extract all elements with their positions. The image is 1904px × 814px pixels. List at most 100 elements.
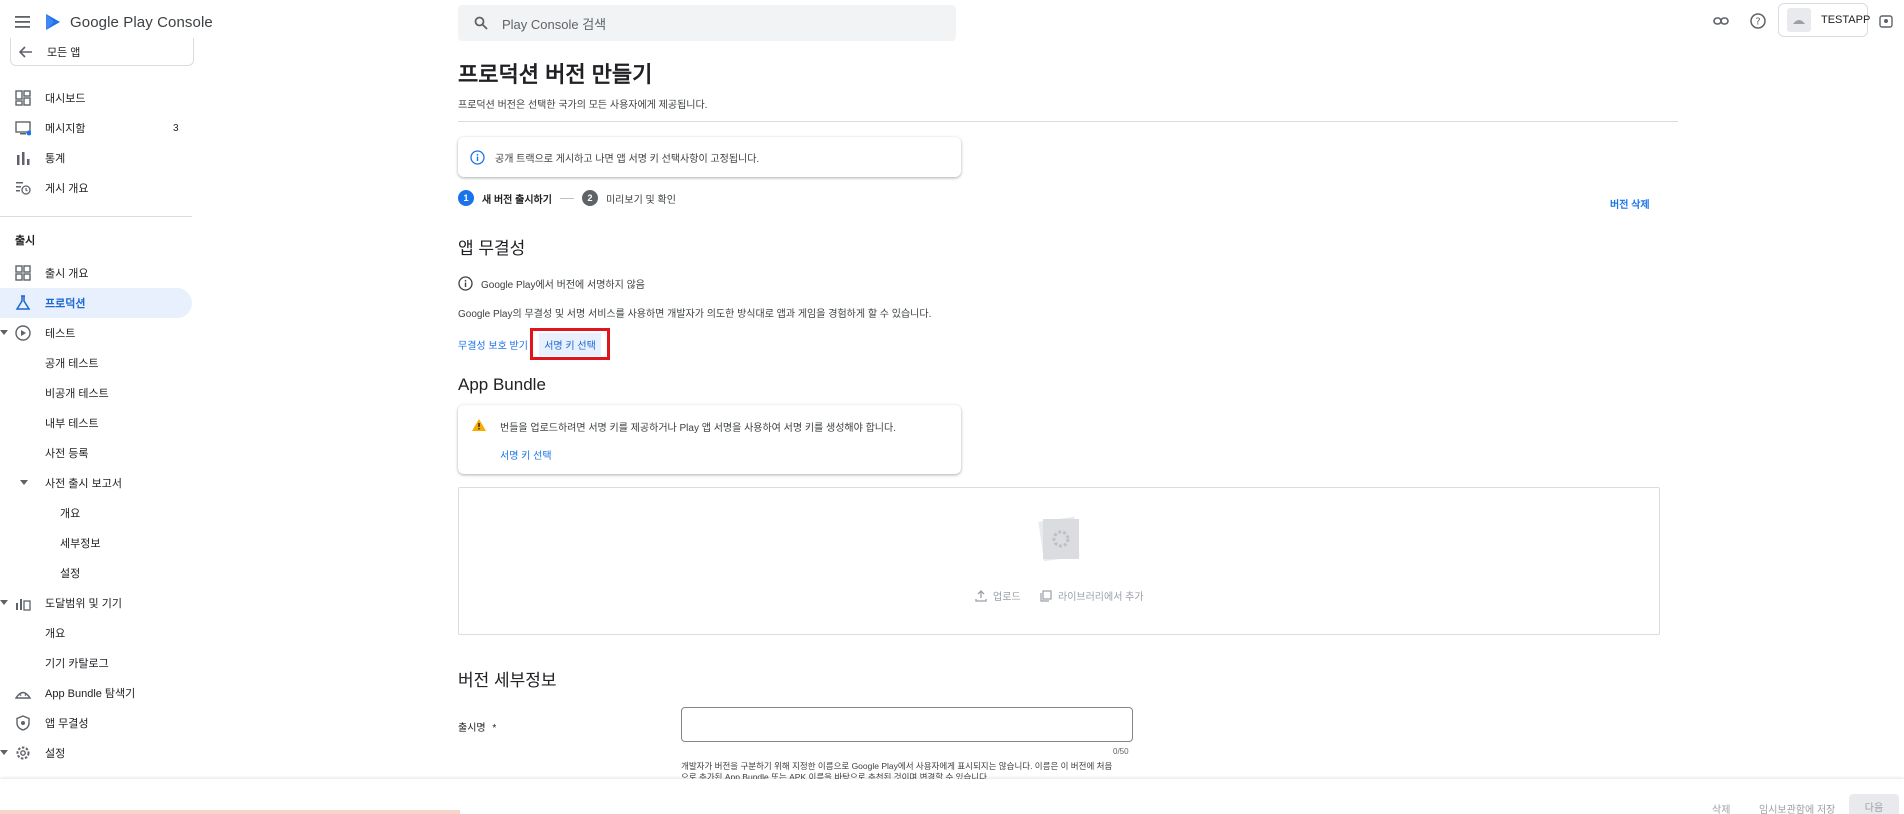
sidebar-item-dashboard[interactable]: 대시보드 bbox=[0, 83, 192, 113]
sidebar-divider bbox=[0, 216, 192, 217]
delete-button[interactable]: 삭제 bbox=[1712, 801, 1730, 814]
arrow-back-icon bbox=[19, 45, 33, 58]
devices-chart-icon bbox=[15, 595, 31, 611]
select-signing-key-label: 서명 키 선택 bbox=[539, 332, 601, 356]
get-integrity-protection-link[interactable]: 무결성 보호 받기 bbox=[458, 337, 528, 352]
sidebar-item-statistics[interactable]: 통계 bbox=[0, 143, 192, 173]
sidebar-item-label: 설정 bbox=[60, 568, 81, 580]
sidebar-item-pre-launch-settings[interactable]: 설정 bbox=[0, 558, 192, 588]
gear-icon bbox=[15, 745, 31, 761]
info-icon bbox=[458, 276, 473, 291]
sidebar-item-label: 내부 테스트 bbox=[45, 418, 99, 430]
add-from-library-button[interactable]: 라이브러리에서 추가 bbox=[1040, 588, 1144, 603]
sidebar-item-label: 사전 등록 bbox=[45, 448, 89, 460]
app-bundle-title: App Bundle bbox=[458, 375, 546, 394]
sidebar-item-label: App Bundle 탐색기 bbox=[45, 688, 136, 700]
upload-icon bbox=[975, 589, 987, 602]
account-icon[interactable] bbox=[1878, 13, 1894, 29]
android-icon bbox=[15, 685, 31, 701]
sidebar-item-label: 설정 bbox=[45, 748, 66, 760]
sidebar-item-inbox[interactable]: 메시지함 3 bbox=[0, 113, 192, 143]
sidebar-item-label: 도달범위 및 기기 bbox=[45, 598, 122, 610]
upload-button[interactable]: 업로드 bbox=[975, 588, 1021, 603]
link-icon[interactable] bbox=[1713, 14, 1729, 28]
sidebar-item-label: 출시 개요 bbox=[45, 268, 89, 280]
svg-text:?: ? bbox=[1755, 17, 1760, 28]
brand-name: Google Play Console bbox=[70, 13, 213, 31]
release-details-title: 버전 세부정보 bbox=[458, 671, 557, 690]
step-number: 1 bbox=[458, 190, 474, 206]
stepper: 1 새 버전 출시하기 2 미리보기 및 확인 bbox=[458, 190, 676, 206]
sidebar-item-app-integrity[interactable]: 앱 무결성 bbox=[0, 708, 192, 738]
page-title: 프로덕션 버전 만들기 bbox=[458, 62, 653, 87]
step-1[interactable]: 1 새 버전 출시하기 bbox=[458, 190, 552, 206]
play-circle-icon bbox=[15, 325, 31, 341]
release-name-label: 출시명 * bbox=[458, 723, 497, 734]
release-name-counter: 0/50 bbox=[1113, 747, 1129, 756]
inbox-badge: 3 bbox=[173, 122, 179, 134]
bundle-illustration-icon bbox=[1035, 513, 1085, 565]
sidebar-item-settings[interactable]: 설정 bbox=[0, 738, 192, 768]
caret-down-icon bbox=[0, 330, 8, 335]
bottom-action-bar: 삭제 임시보관함에 저장 다음 bbox=[0, 779, 1904, 814]
page-subtitle: 프로덕션 버전은 선택한 국가의 모든 사용자에게 제공됩니다. bbox=[458, 100, 708, 111]
integrity-title: 앱 무결성 bbox=[458, 239, 526, 258]
back-label: 모든 앱 bbox=[47, 46, 81, 59]
menu-icon[interactable] bbox=[15, 15, 31, 29]
shield-icon bbox=[15, 715, 31, 731]
search-icon bbox=[474, 16, 488, 30]
sidebar-item-production[interactable]: 프로덕션 bbox=[0, 288, 192, 318]
back-to-all-apps[interactable]: 모든 앱 bbox=[10, 38, 194, 66]
play-logo-icon bbox=[44, 13, 62, 31]
library-label: 라이브러리에서 추가 bbox=[1058, 592, 1144, 603]
step-label: 새 버전 출시하기 bbox=[482, 194, 552, 206]
step-connector bbox=[559, 197, 574, 199]
sidebar-item-pre-launch-overview[interactable]: 개요 bbox=[0, 498, 192, 528]
sidebar-item-closed-testing[interactable]: 비공개 테스트 bbox=[0, 378, 192, 408]
delete-release-link[interactable]: 버전 삭제 bbox=[1610, 196, 1650, 211]
release-section-label: 출시 bbox=[15, 235, 36, 247]
sidebar-item-label: 메시지함 bbox=[45, 123, 86, 135]
sidebar-item-reach-devices[interactable]: 도달범위 및 기기 bbox=[0, 588, 192, 618]
sidebar-item-testing[interactable]: 테스트 bbox=[0, 318, 192, 348]
save-draft-button[interactable]: 임시보관함에 저장 bbox=[1759, 801, 1835, 814]
caret-down-icon bbox=[0, 750, 8, 755]
sidebar-item-label: 통계 bbox=[45, 153, 66, 165]
caret-down-icon bbox=[0, 600, 8, 605]
sidebar-item-label: 비공개 테스트 bbox=[45, 388, 109, 400]
upload-label: 업로드 bbox=[993, 592, 1021, 603]
sidebar-item-label: 테스트 bbox=[45, 328, 76, 340]
app-switcher[interactable]: TESTAPP bbox=[1778, 3, 1871, 37]
sidebar-item-label: 개요 bbox=[60, 508, 81, 520]
select-signing-key-button[interactable]: 서명 키 선택 bbox=[530, 328, 610, 360]
integrity-description: Google Play의 무결성 및 서명 서비스를 사용하면 개발자가 의도한… bbox=[458, 309, 932, 320]
sidebar-item-pre-launch-report[interactable]: 사전 출시 보고서 bbox=[0, 468, 192, 498]
sidebar-item-publishing-overview[interactable]: 게시 개요 bbox=[0, 173, 192, 203]
help-icon[interactable]: ? bbox=[1750, 13, 1766, 29]
flask-icon bbox=[15, 295, 31, 311]
search-input[interactable]: Play Console 검색 bbox=[458, 5, 956, 41]
next-button[interactable]: 다음 bbox=[1849, 794, 1899, 814]
sidebar-item-internal-testing[interactable]: 내부 테스트 bbox=[0, 408, 192, 438]
sidebar-item-label: 기기 카탈로그 bbox=[45, 658, 109, 670]
app-name: TESTAPP bbox=[1821, 14, 1871, 26]
bundle-upload-area[interactable]: 업로드 라이브러리에서 추가 bbox=[458, 487, 1660, 635]
step-2[interactable]: 2 미리보기 및 확인 bbox=[581, 190, 676, 206]
progress-strip bbox=[0, 810, 460, 814]
sidebar-item-open-testing[interactable]: 공개 테스트 bbox=[0, 348, 192, 378]
sidebar-item-release-overview[interactable]: 출시 개요 bbox=[0, 258, 192, 288]
caret-down-icon bbox=[20, 480, 28, 485]
sidebar-item-device-catalog[interactable]: 기기 카탈로그 bbox=[0, 648, 192, 678]
app-bundle-warning: 번들을 업로드하려면 서명 키를 제공하거나 Play 앱 서명을 사용하여 서… bbox=[458, 405, 961, 474]
sidebar-item-app-bundle-explorer[interactable]: App Bundle 탐색기 bbox=[0, 678, 192, 708]
sidebar-item-pre-launch-details[interactable]: 세부정보 bbox=[0, 528, 192, 558]
brand-logo[interactable]: Google Play Console bbox=[44, 13, 213, 31]
dashboard-icon bbox=[15, 90, 31, 106]
app-icon bbox=[1787, 8, 1811, 32]
sidebar-item-label: 공개 테스트 bbox=[45, 358, 99, 370]
sidebar-item-pre-registration[interactable]: 사전 등록 bbox=[0, 438, 192, 468]
sidebar-item-reach-overview[interactable]: 개요 bbox=[0, 618, 192, 648]
warning-select-key-link[interactable]: 서명 키 선택 bbox=[500, 447, 552, 462]
release-name-input[interactable] bbox=[681, 707, 1133, 742]
dashboard-icon bbox=[15, 265, 31, 281]
